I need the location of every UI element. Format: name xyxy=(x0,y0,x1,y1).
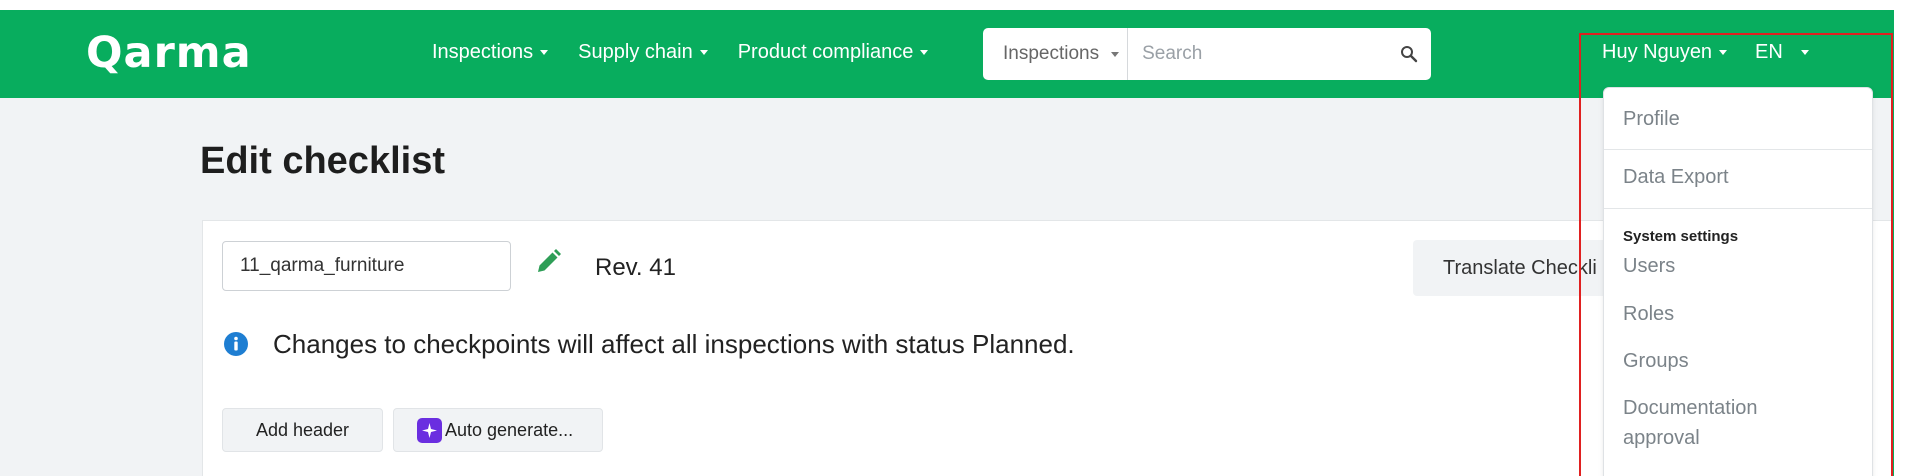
menu-divider xyxy=(1604,208,1872,209)
add-header-button[interactable]: Add header xyxy=(222,408,383,452)
system-settings-heading: System settings xyxy=(1623,228,1739,245)
app-window: Qarma Inspections Supply chain Product c… xyxy=(0,10,1894,476)
translate-checklist-label: Translate Checkli xyxy=(1443,256,1597,279)
menu-item-data-export[interactable]: Data Export xyxy=(1623,162,1729,192)
nav-supply-chain-label: Supply chain xyxy=(578,41,693,63)
user-dropdown-menu: Profile Data Export System settings User… xyxy=(1603,87,1873,476)
chevron-down-icon xyxy=(920,50,929,55)
chevron-down-icon xyxy=(1800,50,1809,55)
menu-item-roles[interactable]: Roles xyxy=(1623,299,1674,329)
checklist-name-input[interactable] xyxy=(222,241,511,291)
qarma-logo[interactable]: Qarma xyxy=(86,32,252,75)
menu-item-profile[interactable]: Profile xyxy=(1623,104,1680,134)
revision-label: Rev. 41 xyxy=(595,254,676,281)
menu-item-users[interactable]: Users xyxy=(1623,251,1675,281)
pencil-icon xyxy=(538,249,561,272)
info-message: Changes to checkpoints will affect all i… xyxy=(273,329,1075,359)
chevron-down-icon xyxy=(1111,51,1120,57)
search-input[interactable] xyxy=(1128,28,1388,80)
main-nav: Inspections Supply chain Product complia… xyxy=(432,41,929,64)
language-selector[interactable]: EN xyxy=(1755,41,1809,64)
page-title: Edit checklist xyxy=(200,140,445,182)
menu-item-groups[interactable]: Groups xyxy=(1623,346,1689,376)
auto-generate-label: Auto generate... xyxy=(445,419,574,440)
auto-generate-button[interactable]: Auto generate... xyxy=(393,408,603,452)
sparkle-icon xyxy=(417,417,442,443)
language-label: EN xyxy=(1755,41,1783,63)
nav-supply-chain[interactable]: Supply chain xyxy=(578,41,708,64)
chevron-down-icon xyxy=(699,50,708,55)
user-menu-toggle[interactable]: Huy Nguyen xyxy=(1602,41,1728,64)
top-navigation-bar: Qarma Inspections Supply chain Product c… xyxy=(0,10,1894,98)
search-scope-label: Inspections xyxy=(1003,43,1100,64)
info-icon xyxy=(223,331,249,362)
search-scope-select[interactable]: Inspections xyxy=(983,28,1129,80)
edit-name-button[interactable] xyxy=(534,248,562,281)
chevron-down-icon xyxy=(540,50,549,55)
menu-divider xyxy=(1604,149,1872,150)
add-header-label: Add header xyxy=(255,419,350,440)
chevron-down-icon xyxy=(1719,50,1728,55)
nav-inspections-label: Inspections xyxy=(432,41,534,63)
search-button[interactable] xyxy=(1387,28,1431,80)
nav-inspections[interactable]: Inspections xyxy=(432,41,549,64)
user-name: Huy Nguyen xyxy=(1602,41,1713,63)
window-edge-divider xyxy=(1892,10,1894,476)
nav-product-compliance[interactable]: Product compliance xyxy=(738,41,929,64)
search-icon xyxy=(1401,46,1418,63)
menu-item-documentation-approval[interactable]: Documentation approval xyxy=(1623,393,1803,453)
global-search: Inspections xyxy=(983,28,1431,80)
nav-product-compliance-label: Product compliance xyxy=(737,41,914,63)
